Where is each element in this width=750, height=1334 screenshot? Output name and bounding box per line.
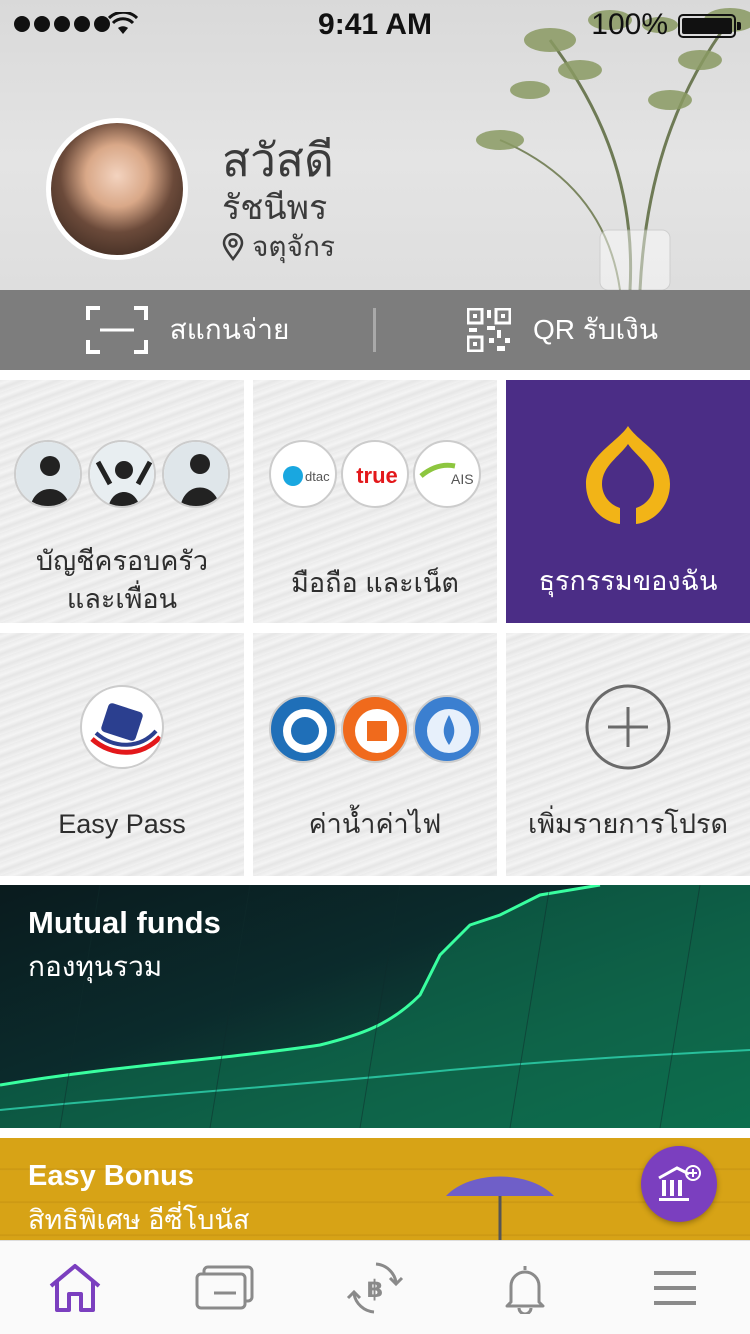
- tile-label: ค่าน้ำค่าไฟ: [308, 809, 442, 839]
- mutual-funds-banner[interactable]: Mutual funds กองทุนรวม: [0, 885, 750, 1128]
- add-circle-icon: [585, 684, 671, 770]
- water-authority-logo-icon: [269, 695, 337, 763]
- location-pin-icon: [222, 233, 244, 261]
- banner-subtitle: กองทุนรวม: [28, 951, 163, 982]
- bottom-tab-bar: ฿: [0, 1240, 750, 1334]
- umbrella-image: [446, 1176, 554, 1240]
- electricity-authority-logo-icon: [341, 695, 409, 763]
- qr-receive-button[interactable]: QR รับเงิน: [375, 290, 750, 370]
- tile-label: บัญชีครอบครัว และเพื่อน: [35, 546, 209, 614]
- group-photo-icon: [162, 440, 230, 508]
- true-logo-icon: true: [341, 440, 409, 508]
- home-icon: [49, 1264, 101, 1312]
- ais-logo-icon: AIS: [413, 440, 481, 508]
- bell-icon: [505, 1266, 545, 1314]
- open-account-button[interactable]: [641, 1146, 717, 1222]
- banner-title: Easy Bonus: [28, 1160, 194, 1192]
- tile-mobile-internet[interactable]: dtac true AIS มือถือ และเน็ต: [253, 380, 497, 623]
- scan-pay-button[interactable]: สแกนจ่าย: [0, 290, 375, 370]
- friends-photo-icon: [88, 440, 156, 508]
- tile-easy-pass[interactable]: Easy Pass: [0, 633, 244, 876]
- battery-percentage: 100%: [591, 8, 668, 41]
- family-photo-icon: [14, 440, 82, 508]
- avatar[interactable]: [46, 118, 188, 260]
- tile-label: มือถือ และเน็ต: [291, 568, 459, 598]
- battery-icon: [678, 14, 741, 38]
- tile-my-transactions[interactable]: ธุรกรรมของฉัน: [506, 380, 750, 623]
- tab-accounts[interactable]: [150, 1241, 300, 1334]
- tab-home[interactable]: [0, 1241, 150, 1334]
- banner-subtitle: สิทธิพิเศษ อีซี่โบนัส: [28, 1205, 250, 1235]
- easy-pass-logo-icon: [80, 685, 164, 769]
- baht-exchange-icon: ฿: [346, 1262, 404, 1314]
- banner-title: Mutual funds: [28, 905, 221, 940]
- tile-water-electricity[interactable]: ค่าน้ำค่าไฟ: [253, 633, 497, 876]
- tile-family-accounts[interactable]: บัญชีครอบครัว และเพื่อน: [0, 380, 244, 623]
- svg-text:AIS: AIS: [451, 471, 474, 487]
- scan-icon: [85, 306, 148, 354]
- location: จตุจักร: [222, 225, 335, 269]
- bank-add-icon: [658, 1165, 701, 1201]
- tile-label: ธุรกรรมของฉัน: [538, 566, 718, 596]
- svg-text:true: true: [356, 463, 398, 488]
- svg-text:฿: ฿: [367, 1275, 384, 1303]
- quick-action-bar: สแกนจ่าย QR รับเงิน: [0, 290, 750, 370]
- tile-add-favorite[interactable]: เพิ่มรายการโปรด: [506, 633, 750, 876]
- profile-header: 9:41 AM 100% สวัสดี รัชนีพร จตุจักร: [0, 0, 750, 290]
- svg-text:dtac: dtac: [305, 469, 330, 484]
- card-icon: [195, 1265, 254, 1310]
- tab-transfer[interactable]: ฿: [300, 1241, 450, 1334]
- tile-label: Easy Pass: [58, 809, 186, 839]
- provincial-water-logo-icon: [413, 695, 481, 763]
- qr-receive-label: QR รับเงิน: [533, 314, 658, 345]
- divider: [373, 308, 376, 352]
- status-bar: 9:41 AM 100%: [0, 0, 750, 50]
- qr-code-icon: [467, 308, 511, 352]
- tab-menu[interactable]: [600, 1241, 750, 1334]
- location-text: จตุจักร: [252, 231, 335, 262]
- scb-logo-icon: [586, 426, 670, 524]
- tab-notifications[interactable]: [450, 1241, 600, 1334]
- dtac-logo-icon: dtac: [269, 440, 337, 508]
- scan-pay-label: สแกนจ่าย: [169, 314, 290, 345]
- easy-bonus-banner[interactable]: Easy Bonus สิทธิพิเศษ อีซี่โบนัส: [0, 1138, 750, 1240]
- tile-label: เพิ่มรายการโปรด: [528, 809, 728, 839]
- menu-icon: [654, 1271, 696, 1305]
